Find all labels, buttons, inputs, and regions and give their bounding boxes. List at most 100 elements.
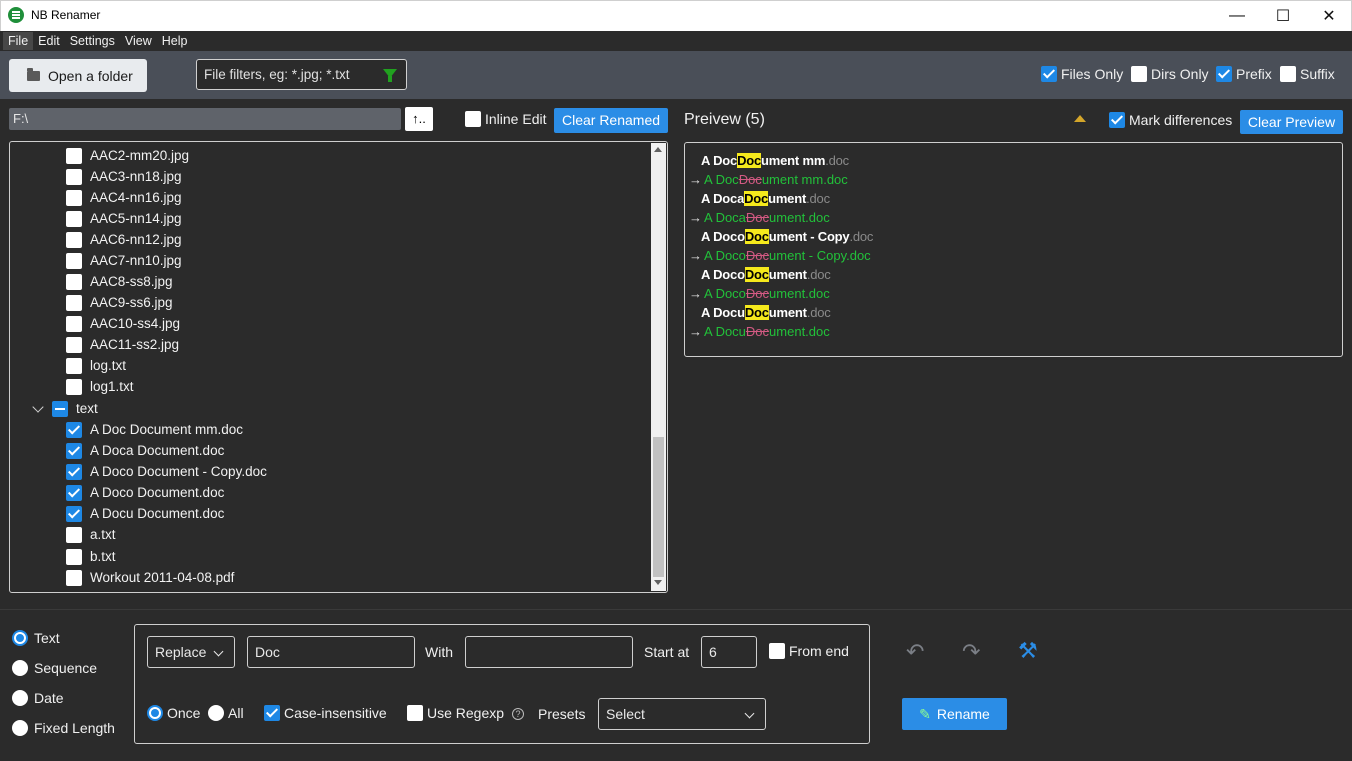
mode-fixed-length[interactable]: Fixed Length xyxy=(12,720,115,736)
mode-fixed-length-radio[interactable] xyxy=(12,720,28,736)
tree-item-checkbox[interactable] xyxy=(66,273,82,290)
filter-funnel-icon[interactable] xyxy=(383,69,397,82)
all-option[interactable]: All xyxy=(208,705,244,721)
tree-item[interactable]: AAC5-nn14.jpg xyxy=(66,208,182,229)
tree-item-checkbox[interactable] xyxy=(66,294,82,311)
menu-help[interactable]: Help xyxy=(157,32,193,50)
tree-item[interactable]: A Doc Document mm.doc xyxy=(66,419,243,440)
tree-item-checkbox[interactable] xyxy=(66,336,82,353)
tools-icon[interactable]: ⚒ xyxy=(1018,638,1038,664)
inline-edit-checkbox[interactable] xyxy=(465,111,481,127)
clear-preview-button[interactable]: Clear Preview xyxy=(1240,110,1343,134)
menu-file[interactable]: File xyxy=(3,32,34,50)
tree-item[interactable]: AAC8-ss8.jpg xyxy=(66,271,173,292)
use-regexp-checkbox[interactable] xyxy=(407,705,423,721)
mark-differences-checkbox[interactable] xyxy=(1109,112,1125,128)
tree-item[interactable]: A Doco Document.doc xyxy=(66,482,224,503)
tree-item-checkbox[interactable] xyxy=(66,168,82,185)
tree-item[interactable]: AAC3-nn18.jpg xyxy=(66,166,182,187)
scroll-down-icon[interactable] xyxy=(654,580,662,585)
dirs-only-option[interactable]: Dirs Only xyxy=(1131,66,1209,82)
files-only-option[interactable]: Files Only xyxy=(1041,66,1123,82)
menu-edit[interactable]: Edit xyxy=(33,32,65,50)
tree-item-checkbox[interactable] xyxy=(66,378,82,395)
mode-date[interactable]: Date xyxy=(12,690,64,706)
tree-folder-checkbox[interactable] xyxy=(52,400,68,417)
tree-item-checkbox[interactable] xyxy=(66,442,82,459)
path-input[interactable]: F:\ xyxy=(9,108,401,130)
from-end-option[interactable]: From end xyxy=(769,643,849,659)
case-insensitive-checkbox[interactable] xyxy=(264,705,280,721)
suffix-option[interactable]: Suffix xyxy=(1280,66,1335,82)
file-filter-input[interactable]: File filters, eg: *.jpg; *.txt xyxy=(196,59,407,90)
tree-item[interactable]: log1.txt xyxy=(66,376,134,397)
replace-with-input[interactable] xyxy=(465,636,633,668)
close-button[interactable]: ✕ xyxy=(1306,0,1352,31)
use-regexp-option[interactable]: Use Regexp xyxy=(407,705,504,721)
tree-item-checkbox[interactable] xyxy=(66,548,82,565)
undo-icon[interactable]: ↶ xyxy=(906,639,924,665)
rename-button[interactable]: ✎ Rename xyxy=(902,698,1007,730)
tree-item-checkbox[interactable] xyxy=(66,147,82,164)
redo-icon[interactable]: ↷ xyxy=(962,639,980,665)
tree-item-checkbox[interactable] xyxy=(66,484,82,501)
tree-item-checkbox[interactable] xyxy=(66,569,82,586)
help-icon[interactable]: ? xyxy=(512,708,524,720)
tree-item[interactable]: A Docu Document.doc xyxy=(66,503,224,524)
tree-folder[interactable]: text xyxy=(32,398,98,419)
scroll-up-icon[interactable] xyxy=(654,147,662,152)
once-radio[interactable] xyxy=(147,705,163,721)
menu-settings[interactable]: Settings xyxy=(65,32,120,50)
from-end-checkbox[interactable] xyxy=(769,643,785,659)
tree-item[interactable]: b.txt xyxy=(66,546,116,567)
tree-item-checkbox[interactable] xyxy=(66,252,82,269)
tree-item-checkbox[interactable] xyxy=(66,421,82,438)
maximize-button[interactable]: ☐ xyxy=(1260,0,1306,31)
minimize-button[interactable]: — xyxy=(1214,0,1260,31)
chevron-down-icon[interactable] xyxy=(32,400,44,413)
menu-view[interactable]: View xyxy=(120,32,157,50)
tree-item-checkbox[interactable] xyxy=(66,463,82,480)
prefix-option[interactable]: Prefix xyxy=(1216,66,1272,82)
tree-item[interactable]: AAC6-nn12.jpg xyxy=(66,229,182,250)
scrollbar-thumb[interactable] xyxy=(653,437,664,577)
action-select[interactable]: Replace xyxy=(147,636,235,668)
once-option[interactable]: Once xyxy=(147,705,200,721)
tree-item[interactable]: AAC4-nn16.jpg xyxy=(66,187,182,208)
collapse-up-icon[interactable] xyxy=(1074,115,1086,122)
tree-item[interactable]: a.txt xyxy=(66,524,116,545)
tree-item[interactable]: AAC9-ss6.jpg xyxy=(66,292,173,313)
tree-item-checkbox[interactable] xyxy=(66,526,82,543)
tree-item-checkbox[interactable] xyxy=(66,315,82,332)
suffix-checkbox[interactable] xyxy=(1280,66,1296,82)
tree-item-checkbox[interactable] xyxy=(66,231,82,248)
inline-edit-option[interactable]: Inline Edit xyxy=(465,111,546,127)
tree-item[interactable]: AAC10-ss4.jpg xyxy=(66,313,180,334)
tree-item-checkbox[interactable] xyxy=(66,210,82,227)
clear-renamed-button[interactable]: Clear Renamed xyxy=(554,108,668,133)
tree-item[interactable]: AAC11-ss2.jpg xyxy=(66,334,179,355)
mode-sequence[interactable]: Sequence xyxy=(12,660,97,676)
tree-item-checkbox[interactable] xyxy=(66,189,82,206)
case-insensitive-option[interactable]: Case-insensitive xyxy=(264,705,387,721)
tree-item[interactable]: A Doca Document.doc xyxy=(66,440,224,461)
mode-sequence-radio[interactable] xyxy=(12,660,28,676)
tree-item[interactable]: Workout 2011-04-08.pdf xyxy=(66,567,234,588)
tree-item[interactable]: AAC2-mm20.jpg xyxy=(66,145,189,166)
start-at-input[interactable]: 6 xyxy=(701,636,757,668)
find-input[interactable]: Doc xyxy=(247,636,415,668)
tree-item[interactable]: A Doco Document - Copy.doc xyxy=(66,461,267,482)
parent-folder-button[interactable]: ↑.. xyxy=(405,107,433,131)
tree-item[interactable]: AAC7-nn10.jpg xyxy=(66,250,182,271)
mark-differences-option[interactable]: Mark differences xyxy=(1109,112,1232,128)
dirs-only-checkbox[interactable] xyxy=(1131,66,1147,82)
files-only-checkbox[interactable] xyxy=(1041,66,1057,82)
all-radio[interactable] xyxy=(208,705,224,721)
presets-select[interactable]: Select xyxy=(598,698,766,730)
open-folder-button[interactable]: Open a folder xyxy=(9,59,147,92)
tree-item[interactable]: log.txt xyxy=(66,355,126,376)
tree-item-checkbox[interactable] xyxy=(66,357,82,374)
prefix-checkbox[interactable] xyxy=(1216,66,1232,82)
mode-text-radio[interactable] xyxy=(12,630,28,646)
mode-date-radio[interactable] xyxy=(12,690,28,706)
